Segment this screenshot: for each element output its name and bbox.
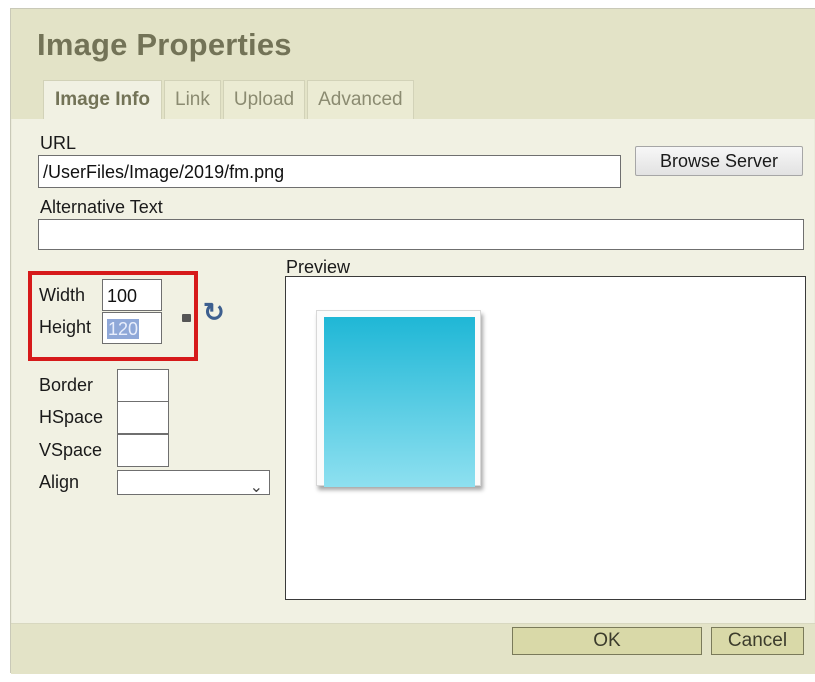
lock-ratio-icon[interactable] — [182, 314, 191, 322]
preview-image — [324, 317, 475, 487]
ok-button[interactable]: OK — [512, 627, 702, 655]
tab-upload[interactable]: Upload — [222, 80, 306, 119]
align-label: Align — [39, 472, 80, 492]
width-input[interactable]: 100 — [102, 279, 162, 311]
height-input[interactable]: 120 — [102, 312, 162, 344]
image-properties-dialog: Image Properties Image Info Link Upload … — [10, 8, 815, 674]
tab-bar: Image Info Link Upload Advanced — [43, 80, 416, 119]
width-label: Width — [39, 285, 86, 305]
browse-server-button[interactable]: Browse Server — [635, 146, 803, 176]
border-input[interactable] — [117, 369, 169, 402]
tab-image-info[interactable]: Image Info — [43, 80, 163, 119]
align-select[interactable]: ⌄ — [117, 470, 270, 495]
chevron-down-icon: ⌄ — [249, 479, 263, 495]
cancel-button[interactable]: Cancel — [711, 627, 804, 655]
preview-pane — [285, 276, 806, 600]
dialog-header: Image Properties Image Info Link Upload … — [11, 9, 815, 119]
dialog-title: Image Properties — [37, 27, 292, 62]
tab-link[interactable]: Link — [164, 80, 221, 119]
alt-text-label: Alternative Text — [40, 197, 163, 217]
tab-advanced[interactable]: Advanced — [307, 80, 414, 119]
vspace-input[interactable] — [117, 434, 169, 467]
alt-text-input[interactable] — [38, 219, 804, 250]
preview-label: Preview — [286, 257, 351, 277]
reset-size-icon[interactable]: ↻ — [203, 299, 225, 325]
height-label: Height — [39, 317, 92, 337]
preview-image-frame — [316, 310, 481, 487]
url-label: URL — [40, 133, 77, 153]
top-edge — [0, 0, 815, 4]
border-label: Border — [39, 375, 94, 395]
hspace-label: HSpace — [39, 407, 104, 427]
hspace-input[interactable] — [117, 401, 169, 434]
vspace-label: VSpace — [39, 440, 103, 460]
height-value-selected: 120 — [107, 319, 140, 339]
url-input[interactable]: /UserFiles/Image/2019/fm.png — [38, 155, 621, 188]
